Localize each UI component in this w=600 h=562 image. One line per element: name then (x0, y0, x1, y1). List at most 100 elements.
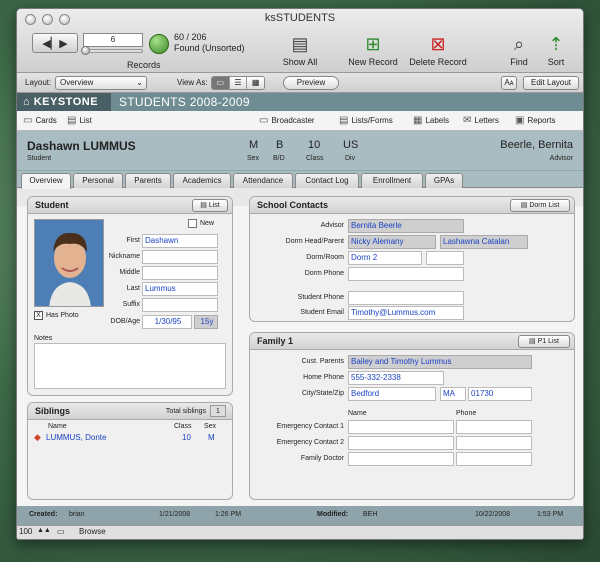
zoom-level[interactable]: 100 (19, 527, 32, 536)
has-photo-label: Has Photo (46, 312, 79, 319)
advisor-label: Advisor (549, 155, 573, 162)
zoom-mountains-icon[interactable]: ▲▲ (37, 527, 51, 534)
family-doctor-phone[interactable] (456, 452, 532, 466)
dorm-field[interactable]: Dorm 2 (348, 251, 422, 265)
edit-layout-button[interactable]: Edit Layout (523, 76, 579, 90)
family-panel: Family 1 ▤ P1 List Cust. Parents Bailey … (249, 332, 575, 500)
p1-list-button[interactable]: ▤ P1 List (518, 335, 570, 348)
home-phone-field[interactable]: 555-332-2338 (348, 371, 444, 385)
view-form-button[interactable]: ▭ (212, 77, 230, 89)
total-siblings-count: 1 (210, 405, 226, 417)
student-phone-field[interactable] (348, 291, 464, 305)
cards-button[interactable]: ▭ Cards (23, 115, 57, 126)
cust-parents-field: Bailey and Timothy Lummus (348, 355, 532, 369)
layout-select[interactable]: Overview ⌄ (55, 76, 147, 90)
sort-button[interactable]: ⇡ Sort (543, 31, 569, 67)
tab-gpas[interactable]: GPAs (425, 173, 463, 188)
letters-icon: ✉ (463, 115, 472, 126)
tab-contact-log[interactable]: Contact Log (295, 173, 359, 188)
student-header: Dashawn LUMMUS Student M Sex B B/D 10 Cl… (17, 131, 583, 171)
broadcaster-icon: ▭ (259, 115, 269, 126)
sibling-name: LUMMUS, Donte (46, 433, 107, 442)
tab-enrollment[interactable]: Enrollment (361, 173, 423, 188)
div-label: Div (345, 155, 356, 162)
list-icon: ▤ (529, 338, 536, 345)
emergency-contact-2-name[interactable] (348, 436, 454, 450)
go-to-record-icon[interactable]: ◆ (34, 432, 41, 443)
suffix-label: Suffix (122, 301, 140, 308)
emergency-contact-1-name[interactable] (348, 420, 454, 434)
first-name-field[interactable]: Dashawn (142, 234, 218, 248)
delete-record-button[interactable]: ⊠ Delete Record (405, 31, 471, 67)
show-all-button[interactable]: ▤ Show All (275, 31, 325, 67)
zip-field[interactable]: 01730 (468, 387, 532, 401)
cust-parents-label: Cust. Parents (301, 358, 344, 365)
broadcaster-button[interactable]: ▭ Broadcaster (259, 115, 315, 126)
nickname-field[interactable] (142, 250, 218, 264)
dorm-list-button[interactable]: ▤ Dorm List (510, 199, 570, 212)
middle-name-field[interactable] (142, 266, 218, 280)
school-contacts-panel: School Contacts ▤ Dorm List Advisor Bern… (249, 196, 575, 322)
font-size-button[interactable]: Aᴀ (501, 76, 517, 90)
bottom-bar: 100 ▲▲ ▭ Browse (17, 525, 583, 539)
dorm-head-field-2: Lashawna Catalan (440, 235, 528, 249)
magnifier-icon: ⌕ (513, 34, 525, 54)
dorm-phone-field[interactable] (348, 267, 464, 281)
advisor-field: Bernita Beerle (348, 219, 464, 233)
tab-parents[interactable]: Parents (125, 173, 171, 188)
new-record-button[interactable]: ⊞ New Record (345, 31, 401, 67)
tab-academics[interactable]: Academics (173, 173, 231, 188)
view-table-button[interactable]: ▦ (247, 77, 264, 89)
status-bar: Created: brian 1/21/2008 1:26 PM Modifie… (17, 506, 583, 525)
tab-overview[interactable]: Overview (21, 173, 71, 189)
view-list-button[interactable]: ☰ (229, 77, 248, 89)
total-siblings-label: Total siblings (165, 408, 206, 415)
list-icon: ▤ (200, 202, 207, 209)
new-record-icon: ⊞ (365, 34, 381, 54)
last-name-field[interactable]: Lummus (142, 282, 218, 296)
lists-forms-button[interactable]: ▤ Lists/Forms (339, 115, 393, 126)
notes-field[interactable] (34, 343, 226, 389)
siblings-panel: Siblings Total siblings 1 Name Class Sex… (27, 402, 233, 500)
age-field: 15y (194, 315, 218, 329)
emergency-contact-2-phone[interactable] (456, 436, 532, 450)
sibling-row[interactable]: ◆ LUMMUS, Donte 10 M (30, 432, 230, 444)
student-list-button[interactable]: ▤ List (192, 199, 228, 212)
city-field[interactable]: Bedford (348, 387, 436, 401)
tab-personal[interactable]: Personal (73, 173, 123, 188)
emergency-col-name: Name (348, 410, 367, 417)
reports-button[interactable]: ▣ Reports (515, 115, 555, 126)
dob-field[interactable]: 1/30/95 (142, 315, 192, 329)
has-photo-checkbox[interactable]: X (34, 311, 43, 320)
city-state-zip-label: City/State/Zip (301, 390, 344, 397)
sibling-class: 10 (182, 433, 191, 442)
family-doctor-name[interactable] (348, 452, 454, 466)
slider-thumb[interactable] (81, 46, 90, 55)
room-field[interactable] (426, 251, 464, 265)
title-toolbar: ksSTUDENTS ◀▏▶ 6 60 / 206 Found (Unsorte… (17, 9, 583, 73)
new-checkbox[interactable] (188, 219, 197, 228)
cards-icon: ▭ (23, 115, 33, 126)
suffix-field[interactable] (142, 298, 218, 312)
toggle-status-icon[interactable]: ▭ (57, 527, 65, 536)
find-button[interactable]: ⌕ Find (505, 31, 533, 67)
emergency-contact-1-phone[interactable] (456, 420, 532, 434)
record-number-input[interactable]: 6 (83, 33, 143, 47)
record-book-icon[interactable]: ◀▏▶ (32, 33, 78, 53)
state-field[interactable]: MA (440, 387, 466, 401)
record-slider[interactable] (81, 46, 143, 55)
tab-attendance[interactable]: Attendance (233, 173, 293, 188)
letters-button[interactable]: ✉ Letters (463, 115, 499, 126)
found-state: Found (Unsorted) (174, 43, 245, 53)
emergency-contact-2-label: Emergency Contact 2 (276, 439, 344, 446)
dorm-head-label: Dorm Head/Parent (285, 238, 344, 245)
new-label: New (200, 220, 215, 227)
labels-button[interactable]: ▦ Labels (413, 115, 449, 126)
student-photo-image (35, 220, 103, 306)
list-button[interactable]: ▤ List (67, 115, 92, 126)
app-window: ksSTUDENTS ◀▏▶ 6 60 / 206 Found (Unsorte… (16, 8, 584, 540)
student-email-field[interactable]: Timothy@Lummus.com (348, 306, 464, 320)
preview-button[interactable]: Preview (283, 76, 339, 90)
banner: ⌂ KEYSTONE STUDENTS 2008-2009 (17, 93, 583, 111)
list-icon: ▤ (67, 115, 77, 126)
